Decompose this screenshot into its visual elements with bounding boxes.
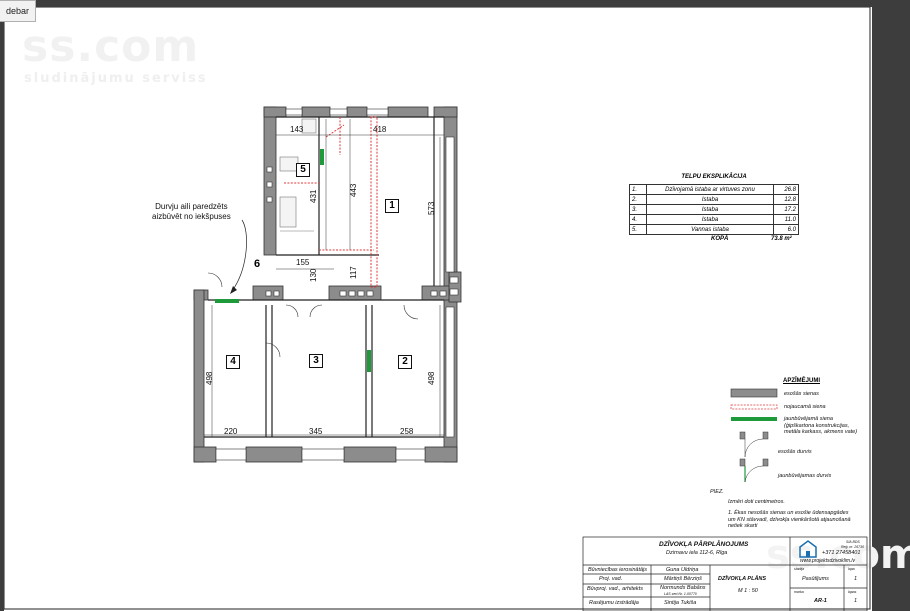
row-name: Dzīvojamā istaba ar virtuves zonu [646, 184, 774, 195]
notes: PIEZ. Izmēri doti centimetros. 1. Ēkas n… [710, 489, 851, 530]
legend-new-wall: jaunbūvējamā siena (ģipškartona konstruk… [784, 416, 858, 435]
table-row: 4. Istaba 11.0 [629, 214, 799, 225]
dim-155: 155 [296, 258, 310, 267]
dim-345: 345 [309, 427, 323, 436]
row-area: 26.8 [773, 184, 799, 195]
note-leader [231, 219, 247, 292]
legend-existing-doors: esošās durvis [778, 449, 812, 455]
legend-title: APZĪMĒJUMI [783, 378, 821, 384]
notes-line1: Izmēri doti centimetros. [728, 498, 785, 505]
row-num: 1. [629, 184, 647, 195]
tb-firm-small1: SIA BDS [846, 540, 860, 544]
row-area: 17.2 [773, 204, 799, 215]
dimension-lines [204, 119, 444, 437]
legend-existing-wall: esošās sienas [784, 391, 819, 397]
legend-new-doors: jaunbūvējamas durvis [778, 473, 832, 479]
table-row: 5. Vannas istaba 6.0 [629, 224, 799, 235]
tb-lapas-label: lapas [848, 590, 857, 594]
total-label: KOPĀ [711, 236, 729, 242]
tb-name1: Guna Uldriņa [666, 567, 699, 573]
tb-role4: Rasējumu izstrādāja [589, 600, 639, 606]
firm-logo-door [806, 551, 810, 557]
note-arrow [230, 286, 237, 294]
tb-role1: Būvniecības ierosinātājs [588, 567, 648, 573]
row-num: 2. [629, 194, 647, 205]
window-tab[interactable]: debar [0, 0, 37, 22]
row-area: 12.8 [773, 194, 799, 205]
table-row: 1. Dzīvojamā istaba ar virtuves zonu 26.8 [629, 184, 799, 195]
window-mullions [265, 166, 459, 297]
schedule-total: KOPĀ 73.8 m² [629, 235, 799, 244]
tb-stage-label: stadija [794, 567, 805, 571]
row-area: 6.0 [773, 224, 799, 235]
tb-address: Dzirnavu iela 112-6, Rīga [666, 550, 728, 556]
dim-220: 220 [224, 427, 238, 436]
legend-demolished-wall: nojaucamā siena [784, 404, 826, 410]
tb-code: AR-1 [814, 598, 827, 604]
tb-name3-cert: LAS sert.Nr. 1-00770 [664, 592, 697, 596]
tb-name4: Sintija Tukiša [664, 600, 697, 606]
door-swings [207, 272, 419, 358]
room-number-3: 3 [309, 354, 323, 368]
tb-code-label: marka [794, 590, 804, 594]
tb-firm-small2: Reģ. nr. 26730 [841, 545, 865, 549]
room-number-6: 6 [254, 258, 261, 270]
legend: APZĪMĒJUMI [731, 378, 871, 384]
tb-name3: Normunds Babāns [660, 585, 706, 591]
tb-stage: Pasūtījums [802, 576, 829, 582]
dim-431: 431 [309, 189, 318, 203]
row-name: Istaba [646, 204, 774, 215]
row-name: Vannas istaba [646, 224, 774, 235]
row-name: Istaba [646, 194, 774, 205]
table-row: 3. Istaba 17.2 [629, 204, 799, 215]
dim-443: 443 [349, 183, 358, 197]
new-walls [215, 149, 371, 372]
room-number-5: 5 [296, 163, 310, 177]
window-openings [215, 108, 455, 461]
tb-web: www.projektsdzivoklim.lv [800, 558, 856, 564]
row-num: 4. [629, 214, 647, 225]
room-number-4: 4 [226, 355, 240, 369]
tb-lapas: 1 [854, 598, 858, 604]
room-schedule: TELPU EKSPLIKĀCIJA 1. Dzīvojamā istaba ar… [629, 174, 799, 244]
tb-lapa: 1 [854, 576, 858, 582]
table-row: 2. Istaba 12.8 [629, 194, 799, 205]
dim-498-left: 498 [205, 371, 214, 385]
row-name: Istaba [646, 214, 774, 225]
tb-phone: +371 27458401 [822, 550, 861, 556]
dim-573: 573 [427, 201, 436, 215]
notes-head: PIEZ. [710, 489, 724, 495]
tb-role3: Būvproj. vad., arhitekts [587, 586, 643, 592]
tb-scale: M 1 : 50 [738, 588, 758, 594]
drawing-sheet: ss.com sludinājumu serviss ss.com 1 2 3 … [4, 7, 910, 611]
existing-walls [193, 106, 462, 463]
room-number-1: 1 [385, 199, 399, 213]
legend-symbols [730, 388, 778, 483]
tb-sheet-title: DZĪVOKĻA PLĀNS [718, 576, 767, 582]
notes-line2: 1. Ēkas nesošās sienas un esošie ūdensap… [728, 510, 851, 529]
row-num: 5. [629, 224, 647, 235]
row-num: 3. [629, 204, 647, 215]
schedule-title: TELPU EKSPLIKĀCIJA [681, 174, 747, 180]
dim-258: 258 [400, 427, 414, 436]
dim-143: 143 [290, 125, 304, 134]
tb-lapa-label: lapa [848, 567, 855, 571]
row-area: 11.0 [773, 214, 799, 225]
doorway-note: Durvju aili paredzēts aizbūvēt no iekšpu… [152, 202, 231, 221]
room-number-2: 2 [398, 355, 412, 369]
tb-role2: Proj. vad. [599, 576, 623, 582]
tb-project: DZĪVOKĻA PĀRPLĀNOJUMS [659, 541, 749, 548]
dim-418: 418 [373, 125, 387, 134]
tb-name2: Mārtiņš Bērziņš [664, 576, 702, 582]
schedule-table: 1. Dzīvojamā istaba ar virtuves zonu 26.8 … [629, 184, 799, 235]
total-value: 73.8 m² [771, 236, 792, 242]
dim-117: 117 [349, 266, 358, 279]
dim-498-right: 498 [427, 371, 436, 385]
dim-130: 130 [309, 268, 318, 282]
